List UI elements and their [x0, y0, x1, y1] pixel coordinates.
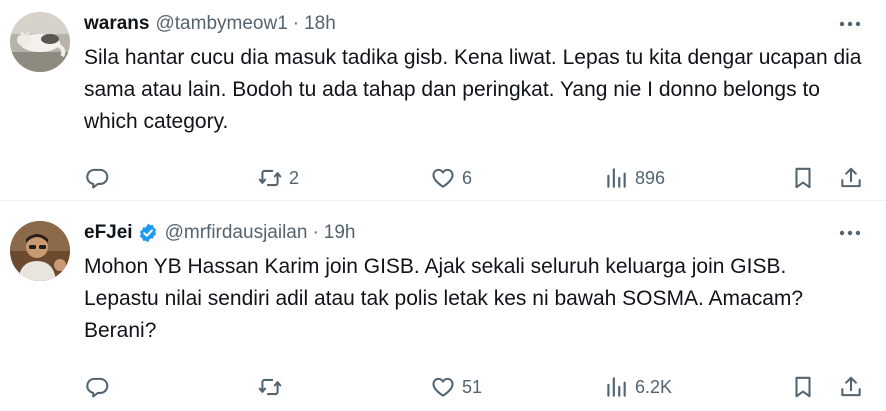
author-name[interactable]: warans [84, 13, 149, 35]
like-count: 6 [462, 167, 473, 188]
views-button[interactable]: 896 [603, 165, 783, 191]
author-handle[interactable]: @mrfirdausjailan [165, 222, 308, 244]
retweet-count: 2 [289, 167, 300, 188]
retweet-icon [257, 165, 283, 191]
timestamp[interactable]: 19h [324, 222, 356, 244]
view-count: 6.2K [635, 376, 673, 397]
more-options-button[interactable] [836, 12, 864, 36]
tweet-text: Sila hantar cucu dia masuk tadika gisb. … [84, 46, 862, 133]
bookmark-icon [790, 165, 816, 191]
views-button[interactable]: 6.2K [603, 374, 783, 400]
like-count: 51 [462, 376, 483, 397]
reply-bubble-icon [84, 165, 110, 191]
views-bar-chart-icon [603, 165, 629, 191]
tweet-header: eFJei @mrfirdausjailan · 19h [84, 221, 866, 245]
avatar[interactable] [10, 221, 70, 281]
reply-bubble-icon [84, 374, 110, 400]
share-upload-icon [838, 165, 864, 191]
reply-button[interactable] [84, 374, 250, 400]
tweet[interactable]: warans @tambymeow1 · 18h Sila hantar cuc… [0, 0, 886, 200]
author-name[interactable]: eFJei [84, 222, 133, 244]
separator: · [312, 222, 319, 243]
bookmark-button[interactable] [790, 374, 816, 400]
share-button[interactable] [838, 374, 864, 400]
like-button[interactable]: 51 [430, 374, 596, 400]
like-button[interactable]: 6 [430, 165, 596, 191]
author-handle[interactable]: @tambymeow1 [155, 13, 287, 35]
retweet-icon [257, 374, 283, 400]
heart-icon [430, 374, 456, 400]
more-dots-icon [838, 224, 862, 242]
retweet-button[interactable] [257, 374, 423, 400]
bookmark-icon [790, 374, 816, 400]
share-button[interactable] [838, 165, 864, 191]
share-upload-icon [838, 374, 864, 400]
view-count: 896 [635, 167, 666, 188]
retweet-button[interactable]: 2 [257, 165, 423, 191]
action-bar: 51 6.2K [84, 367, 866, 407]
timestamp[interactable]: 18h [304, 13, 336, 35]
tweet-text: Mohon YB Hassan Karim join GISB. Ajak se… [84, 255, 804, 342]
more-dots-icon [838, 15, 862, 33]
action-bar: 2 6 896 [84, 158, 866, 198]
separator: · [292, 13, 300, 34]
reply-button[interactable] [84, 165, 250, 191]
heart-icon [430, 165, 456, 191]
verified-badge-icon [137, 222, 159, 244]
bookmark-button[interactable] [790, 165, 816, 191]
tweet-header: warans @tambymeow1 · 18h [84, 12, 866, 36]
tweet[interactable]: eFJei @mrfirdausjailan · 19h Mohon YB Ha… [0, 200, 886, 411]
more-options-button[interactable] [836, 221, 864, 245]
views-bar-chart-icon [603, 374, 629, 400]
avatar[interactable] [10, 12, 70, 72]
